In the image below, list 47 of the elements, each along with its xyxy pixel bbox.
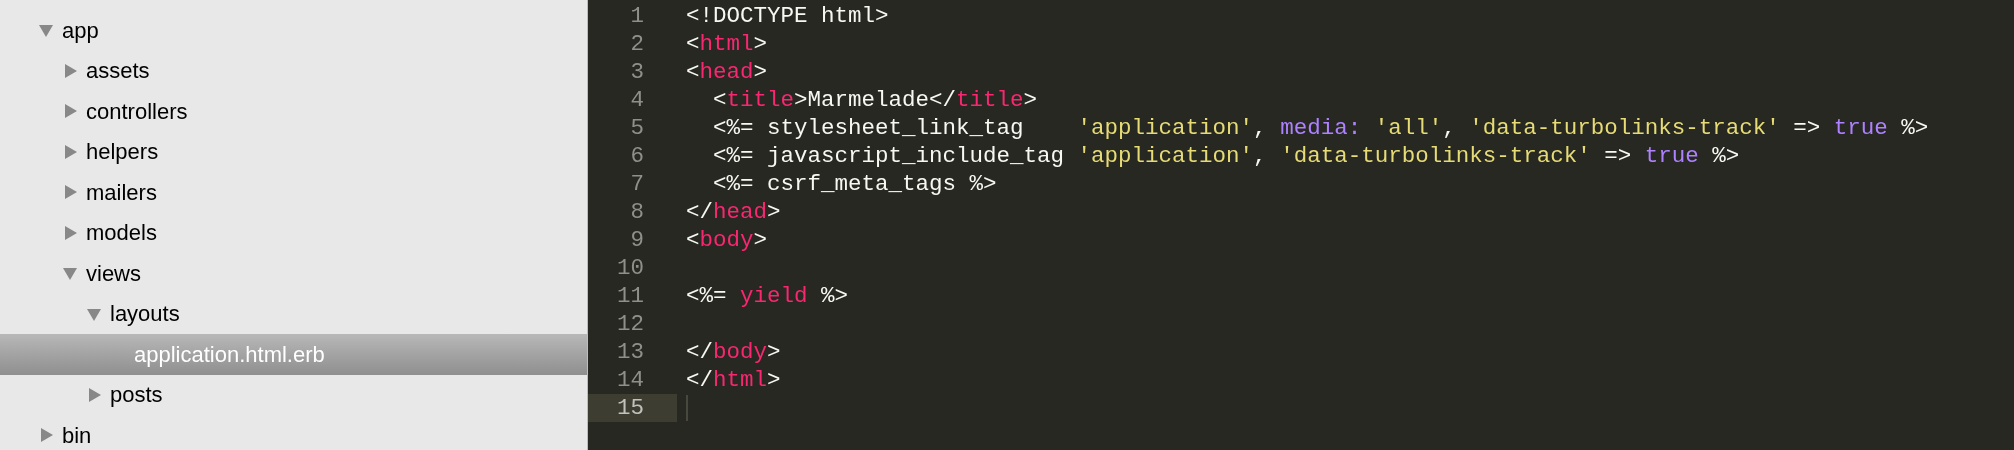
line-number: 14: [616, 366, 645, 394]
line-number: 1: [629, 2, 645, 30]
line-number: 11: [616, 282, 645, 310]
triangle-icon[interactable]: [62, 184, 78, 201]
triangle-icon[interactable]: [38, 427, 54, 444]
line-number: 2: [629, 30, 645, 58]
triangle-icon[interactable]: [62, 265, 78, 282]
tree-item[interactable]: assets: [0, 50, 587, 91]
code-line: <!DOCTYPE html>: [686, 2, 889, 30]
line-number: 5: [629, 114, 645, 142]
triangle-icon[interactable]: [38, 22, 54, 39]
tree-item[interactable]: app: [0, 10, 587, 51]
triangle-icon[interactable]: [62, 103, 78, 120]
tree-item[interactable]: views: [0, 253, 587, 294]
code-line: <%= yield %>: [686, 282, 849, 310]
code-line: <%= stylesheet_link_tag 'application', media: 'all', 'data-turbolinks-track' => true %>: [712, 114, 1929, 142]
line-number: 12: [616, 310, 645, 338]
tree-item[interactable]: mailers: [0, 172, 587, 213]
line-number: 7: [629, 170, 645, 198]
tree-item[interactable]: controllers: [0, 91, 587, 132]
line-number: 3: [629, 58, 645, 86]
line-number: 6: [629, 142, 645, 170]
line-number: 8: [629, 198, 645, 226]
triangle-icon[interactable]: [62, 224, 78, 241]
code-line: </body>: [686, 338, 781, 366]
triangle-icon[interactable]: [86, 386, 102, 403]
code-line: </html>: [686, 366, 781, 394]
code-line: <body>: [686, 226, 768, 254]
tree-item[interactable]: layouts: [0, 293, 587, 334]
line-number: 15: [588, 394, 677, 422]
code-line: </head>: [686, 198, 781, 226]
line-number: 13: [616, 338, 645, 366]
code-line: <%= javascript_include_tag 'application', 'data-turbolinks-track' => true %>: [712, 142, 1740, 170]
tree-item[interactable]: helpers: [0, 131, 587, 172]
code-line: <title>Marmelade</title>: [712, 86, 1038, 114]
text-cursor: [686, 395, 688, 421]
code-line: <%= csrf_meta_tags %>: [712, 170, 997, 198]
tree-item[interactable]: bin: [0, 415, 587, 450]
triangle-icon[interactable]: [62, 62, 78, 79]
tree-item[interactable]: posts: [0, 374, 587, 415]
line-number: 4: [629, 86, 645, 114]
code-line: <html>: [686, 30, 768, 58]
triangle-icon[interactable]: [62, 143, 78, 160]
tree-item[interactable]: models: [0, 212, 587, 253]
line-number: 9: [629, 226, 645, 254]
code-line: <head>: [686, 58, 768, 86]
line-number: 10: [616, 254, 645, 282]
